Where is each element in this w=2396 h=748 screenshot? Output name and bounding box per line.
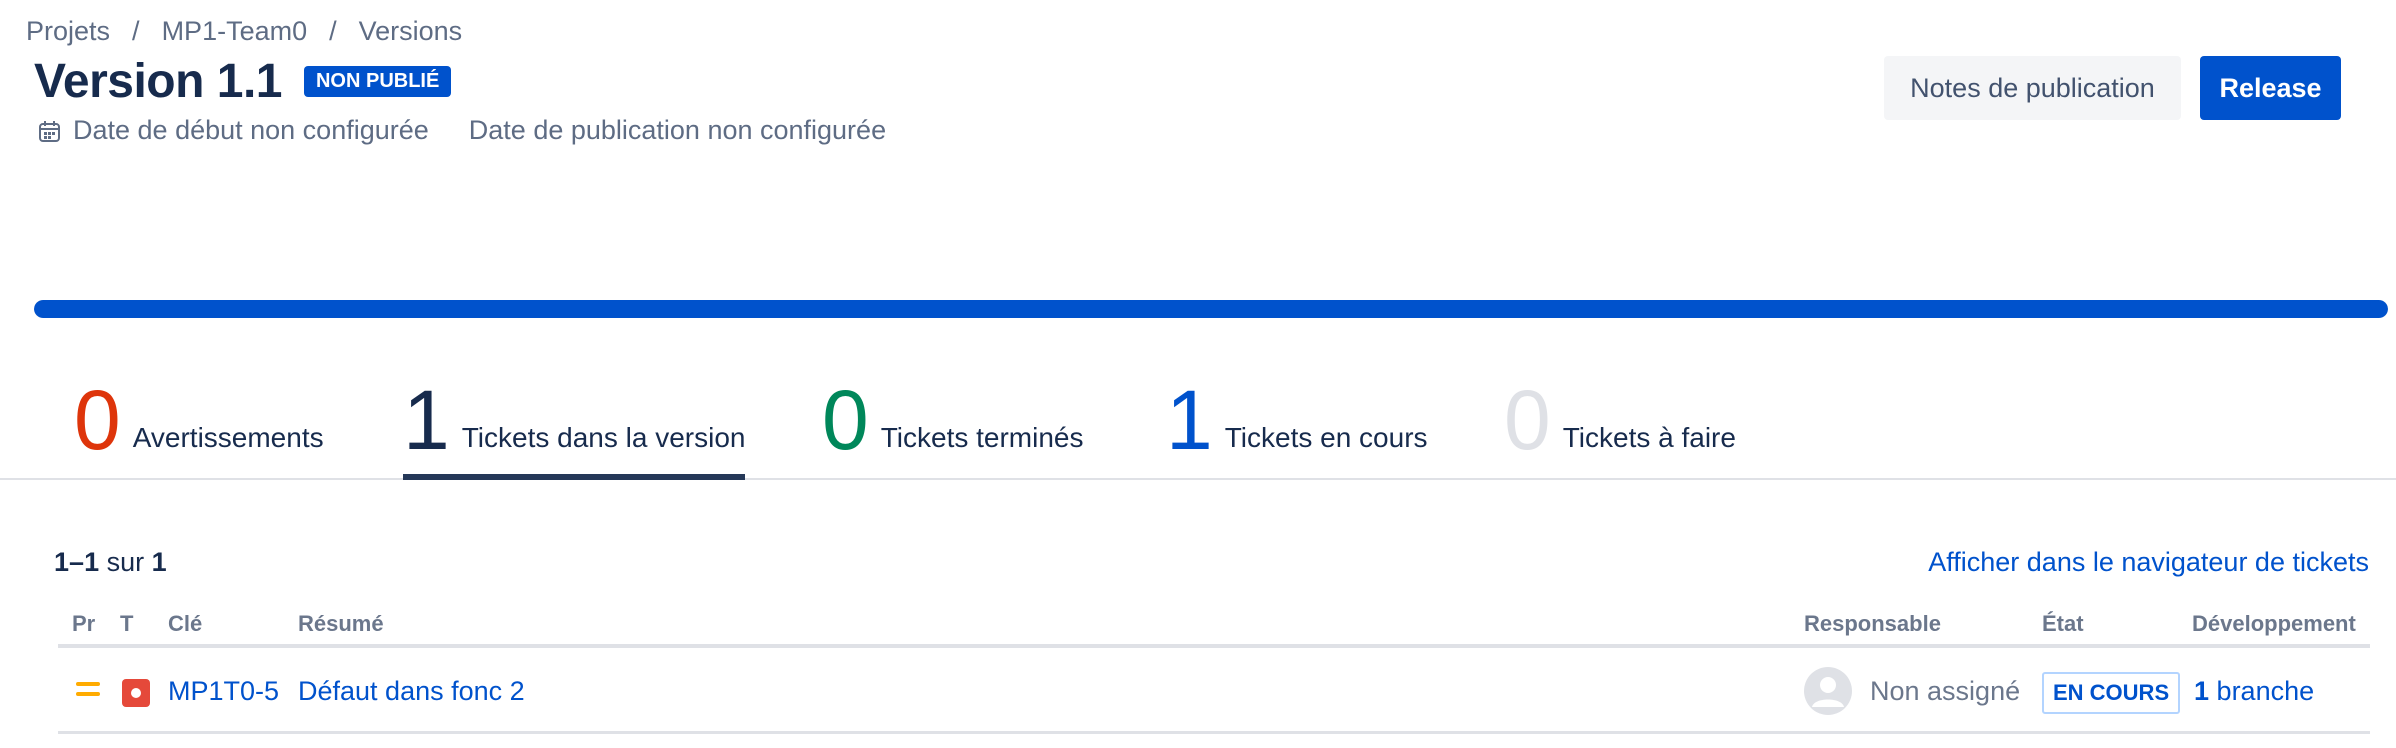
issues-in-version-label: Tickets dans la version (461, 422, 746, 453)
tab-issues-in-version[interactable]: 1 Tickets dans la version (403, 370, 746, 480)
column-development[interactable]: Développement (2192, 611, 2356, 637)
page-title: Version 1.1 (34, 55, 282, 108)
column-status[interactable]: État (2042, 611, 2084, 637)
start-date: Date de début non configurée (73, 115, 429, 145)
issue-navigator-link[interactable]: Afficher dans le navigateur de tickets (1928, 547, 2369, 578)
progress-fill (34, 300, 2388, 318)
issues-in-progress-count: 1 (1166, 373, 1213, 467)
breadcrumb-separator: / (329, 16, 337, 46)
medium-priority-icon (76, 682, 100, 702)
warnings-count: 0 (74, 373, 121, 467)
branch-count: 1 (2194, 676, 2210, 706)
table-row: MP1T0-5 Défaut dans fonc 2 Non assigné E… (58, 650, 2370, 734)
column-type[interactable]: T (120, 611, 133, 637)
issues-in-version-count: 1 (403, 373, 450, 467)
version-progress-bar (34, 300, 2388, 318)
tab-warnings[interactable]: 0 Avertissements (74, 370, 324, 480)
release-date: Date de publication non configurée (468, 115, 887, 145)
calendar-icon (38, 119, 61, 142)
development-link[interactable]: 1 branche (2194, 676, 2314, 707)
status-badge[interactable]: EN COURS (2042, 672, 2181, 714)
bug-icon (122, 679, 150, 707)
release-notes-button[interactable]: Notes de publication (1884, 56, 2181, 120)
warnings-label: Avertissements (132, 422, 324, 453)
tab-issues-done[interactable]: 0 Tickets terminés (822, 370, 1084, 480)
results-from: 1 (54, 547, 70, 577)
tab-issues-todo[interactable]: 0 Tickets à faire (1504, 370, 1736, 480)
column-summary[interactable]: Résumé (298, 611, 384, 637)
results-of-word: sur (106, 547, 145, 577)
issues-done-label: Tickets terminés (880, 422, 1084, 453)
title-row: Version 1.1 NON PUBLIÉ (34, 54, 452, 109)
breadcrumb: Projets / MP1-Team0 / Versions (26, 16, 462, 47)
stats-tabs: 0 Avertissements 1 Tickets dans la versi… (0, 370, 2396, 480)
branch-label: branche (2216, 676, 2315, 706)
table-header: Pr T Clé Résumé Responsable État Dévelop… (58, 608, 2370, 648)
breadcrumb-separator: / (132, 16, 140, 46)
results-dash: – (69, 547, 85, 577)
status-badge: NON PUBLIÉ (303, 66, 452, 97)
results-count: 1–1 sur 1 (54, 547, 167, 578)
breadcrumb-versions[interactable]: Versions (359, 16, 463, 47)
issues-done-count: 0 (822, 373, 869, 467)
tab-issues-in-progress[interactable]: 1 Tickets en cours (1166, 370, 1428, 480)
breadcrumb-project[interactable]: MP1-Team0 (162, 16, 308, 47)
column-key[interactable]: Clé (168, 611, 202, 637)
issues-todo-label: Tickets à faire (1562, 422, 1736, 453)
release-button[interactable]: Release (2200, 56, 2341, 120)
column-assignee[interactable]: Responsable (1804, 611, 1941, 637)
issues-in-progress-label: Tickets en cours (1224, 422, 1428, 453)
column-priority[interactable]: Pr (72, 611, 95, 637)
avatar (1804, 667, 1852, 715)
results-to: 1 (84, 547, 100, 577)
issues-todo-count: 0 (1504, 373, 1551, 467)
version-dates: Date de début non configurée Date de pub… (38, 115, 886, 146)
breadcrumb-projects[interactable]: Projets (26, 16, 110, 47)
results-total: 1 (151, 547, 167, 577)
issue-summary-link[interactable]: Défaut dans fonc 2 (298, 676, 525, 707)
issue-key-link[interactable]: MP1T0-5 (168, 676, 279, 707)
assignee: Non assigné (1870, 676, 2021, 706)
